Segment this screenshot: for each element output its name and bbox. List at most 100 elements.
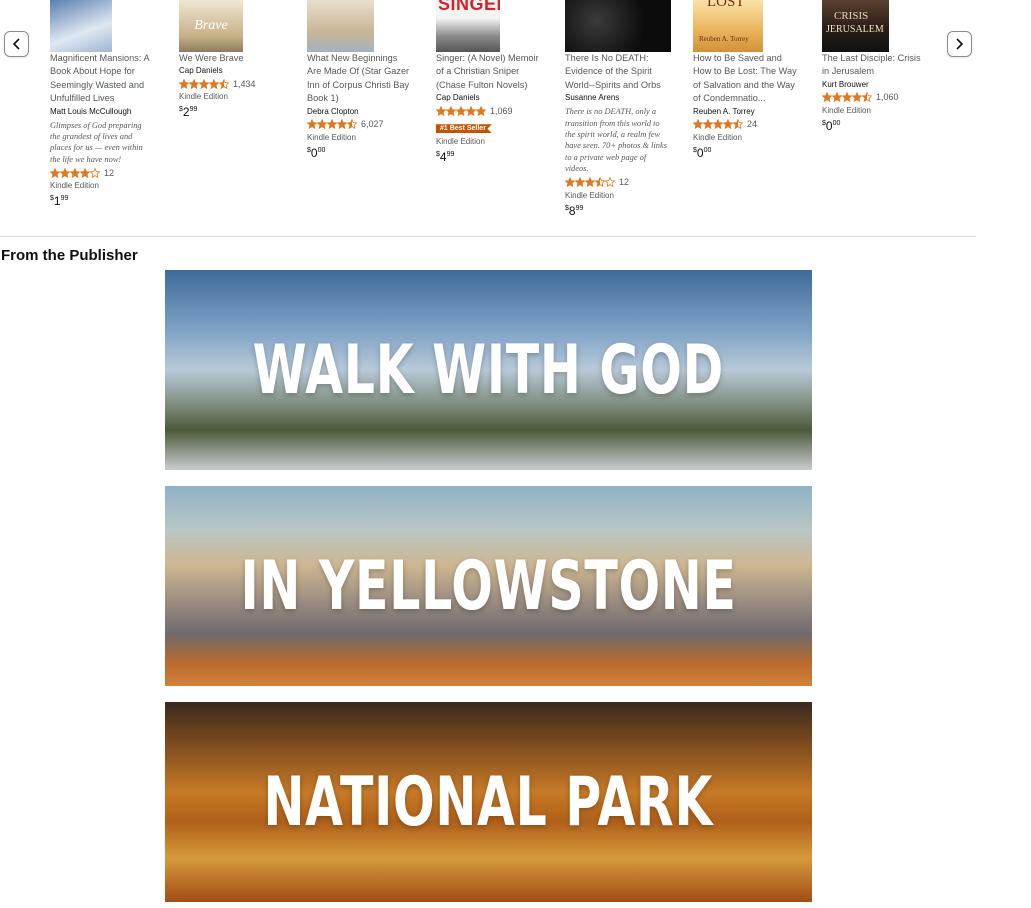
- book-cover-image[interactable]: SINGER: [436, 0, 500, 52]
- product-author[interactable]: Cap Daniels: [179, 65, 304, 76]
- rating-count[interactable]: 6,027: [361, 119, 384, 129]
- product-title[interactable]: The Last Disciple: Crisis in Jerusalem: [822, 52, 947, 79]
- carousel-prev-button[interactable]: [4, 31, 29, 57]
- section-divider: [0, 236, 976, 237]
- product-carousel: Magnificent Mansions: A Book About Hope f…: [0, 0, 1031, 236]
- star-rating[interactable]: 1,434: [179, 77, 304, 90]
- product-format[interactable]: Kindle Edition: [50, 180, 175, 191]
- product-title[interactable]: What New Beginnings Are Made Of (Star Gaz…: [307, 52, 432, 106]
- rating-count[interactable]: 12: [104, 168, 114, 178]
- product-format[interactable]: Kindle Edition: [307, 132, 432, 143]
- book-cover-image[interactable]: LOST Reuben A. Torrey: [693, 0, 763, 52]
- rating-count[interactable]: 24: [747, 119, 757, 129]
- product-title[interactable]: How to Be Saved and How to Be Lost: The W…: [693, 52, 818, 106]
- product-format[interactable]: Kindle Edition: [436, 136, 561, 147]
- chevron-right-icon: [956, 38, 964, 50]
- chevron-left-icon: [12, 38, 20, 50]
- star-icon: [50, 167, 60, 178]
- star-icon: [80, 167, 90, 178]
- banner-text: NATIONAL PARK: [263, 762, 714, 842]
- star-icon: [90, 167, 100, 178]
- book-cover-image[interactable]: [50, 0, 112, 52]
- star-icon: [436, 105, 446, 116]
- product-price: $199: [50, 194, 69, 209]
- publisher-banner-image: WALK WITH GOD: [165, 270, 812, 470]
- book-cover-image[interactable]: CRISIS JERUSALEM: [822, 0, 889, 52]
- product-title[interactable]: Magnificent Mansions: A Book About Hope f…: [50, 52, 175, 106]
- star-icon: [307, 119, 317, 130]
- publisher-banner-image: IN YELLOWSTONE: [165, 486, 812, 686]
- star-icon: [466, 105, 476, 116]
- rating-count[interactable]: 1,434: [233, 79, 256, 89]
- product-author[interactable]: Matt Louis McCullough: [50, 106, 175, 117]
- star-rating[interactable]: 12: [565, 176, 690, 189]
- star-icon: [70, 167, 80, 178]
- product-format[interactable]: Kindle Edition: [822, 105, 947, 116]
- star-rating[interactable]: 12: [50, 166, 175, 179]
- product-title[interactable]: We Were Brave: [179, 52, 304, 65]
- star-icon: [347, 119, 357, 130]
- product-format[interactable]: Kindle Edition: [179, 91, 304, 102]
- star-icon: [832, 92, 842, 103]
- banner-text: WALK WITH GOD: [252, 330, 725, 410]
- product-price: $499: [436, 150, 455, 165]
- product-description: There is no DEATH, only a transition from…: [565, 107, 667, 174]
- star-rating[interactable]: 6,027: [307, 118, 432, 131]
- star-icon: [693, 119, 703, 130]
- star-icon: [822, 92, 832, 103]
- star-icon: [852, 92, 862, 103]
- product-format[interactable]: Kindle Edition: [693, 132, 818, 143]
- best-seller-badge[interactable]: #1 Best Seller: [436, 124, 492, 134]
- star-icon: [713, 119, 723, 130]
- product-author[interactable]: Kurt Brouwer: [822, 79, 947, 90]
- stars-icon: [50, 167, 100, 178]
- star-icon: [337, 119, 347, 130]
- product-author[interactable]: Susanne Arens: [565, 92, 690, 103]
- product-author[interactable]: Reuben A. Torrey: [693, 106, 818, 117]
- book-cover-image[interactable]: Brave: [179, 0, 243, 52]
- book-cover-image[interactable]: [565, 0, 671, 52]
- product-price: $000: [822, 118, 841, 133]
- product-title[interactable]: There Is No DEATH: Evidence of the Spirit…: [565, 52, 690, 92]
- publisher-banner-image: NATIONAL PARK: [165, 702, 812, 902]
- star-rating[interactable]: 24: [693, 118, 818, 131]
- star-icon: [842, 92, 852, 103]
- product-description: Glimpses of God preparing the grandest of…: [50, 120, 143, 164]
- star-icon: [60, 167, 70, 178]
- star-icon: [209, 78, 219, 89]
- star-icon: [575, 177, 585, 188]
- banner-text: IN YELLOWSTONE: [240, 546, 737, 626]
- product-price: $000: [307, 145, 326, 160]
- star-icon: [446, 105, 456, 116]
- star-icon: [605, 177, 615, 188]
- rating-count[interactable]: 1,060: [876, 92, 899, 102]
- product-title[interactable]: Singer: (A Novel) Memoir of a Christian S…: [436, 52, 561, 92]
- rating-count[interactable]: 1,069: [490, 106, 513, 116]
- star-icon: [565, 177, 575, 188]
- star-icon: [219, 78, 229, 89]
- star-icon: [199, 78, 209, 89]
- star-icon: [476, 105, 486, 116]
- product-author[interactable]: Cap Daniels: [436, 92, 561, 103]
- star-icon: [595, 177, 605, 188]
- product-format[interactable]: Kindle Edition: [565, 190, 690, 201]
- rating-count[interactable]: 12: [619, 177, 629, 187]
- star-icon: [179, 78, 189, 89]
- star-icon: [456, 105, 466, 116]
- stars-icon: [436, 105, 486, 116]
- star-rating[interactable]: 1,069: [436, 104, 561, 117]
- carousel-next-button[interactable]: [947, 31, 972, 57]
- product-price: $899: [565, 203, 584, 218]
- stars-icon: [822, 92, 872, 103]
- book-cover-image[interactable]: [307, 0, 374, 52]
- star-rating[interactable]: 1,060: [822, 91, 947, 104]
- stars-icon: [693, 119, 743, 130]
- star-icon: [862, 92, 872, 103]
- product-author[interactable]: Debra Clopton: [307, 106, 432, 117]
- star-icon: [327, 119, 337, 130]
- product-price: $299: [179, 105, 198, 120]
- star-icon: [585, 177, 595, 188]
- stars-icon: [179, 78, 229, 89]
- product-price: $000: [693, 145, 712, 160]
- star-icon: [723, 119, 733, 130]
